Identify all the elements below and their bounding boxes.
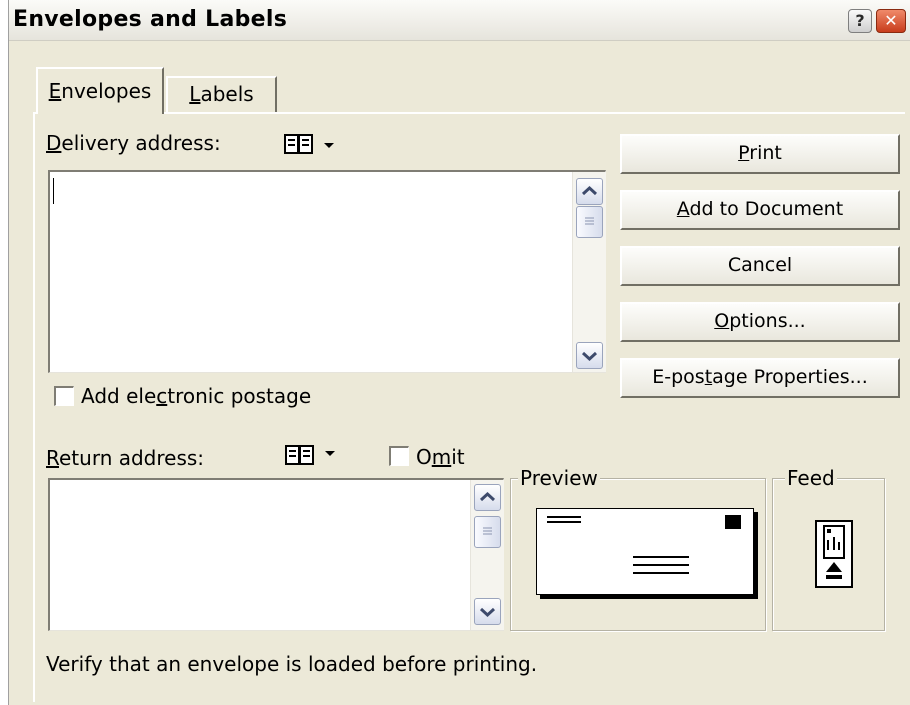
feed-title: Feed [785, 466, 837, 490]
address-book-icon[interactable] [284, 133, 314, 155]
omit-checkbox[interactable] [389, 446, 409, 466]
return-address-field[interactable] [48, 478, 504, 631]
omit-mnemonic: m [431, 445, 452, 469]
print-button[interactable]: Print [620, 134, 900, 174]
omit-label-post: it [451, 445, 465, 469]
status-message: Verify that an envelope is loaded before… [46, 652, 538, 676]
e-postage-properties-button[interactable]: E-postage Properties... [620, 358, 900, 398]
e-postage-properties-button-pre: E-pos [652, 366, 705, 388]
chevron-down-icon [581, 351, 598, 362]
text-cursor [53, 178, 54, 204]
e-postage-properties-button-label: age Properties... [712, 366, 868, 388]
cancel-button[interactable]: Cancel [620, 246, 900, 286]
return-address-label: Return address: [46, 446, 204, 470]
tab-labels[interactable]: Labels [166, 76, 277, 112]
add-to-document-button-label: dd to Document [689, 198, 844, 220]
options-button-mnemonic: O [714, 310, 730, 332]
delivery-address-field[interactable] [48, 170, 606, 373]
envelope-preview-graphic [547, 515, 741, 574]
preview-title: Preview [518, 466, 600, 490]
tab-envelopes-mnemonic: E [48, 79, 62, 103]
scroll-up-button[interactable] [576, 178, 603, 205]
feed-method-icon[interactable] [815, 520, 853, 590]
tab-labels-label: abels [200, 82, 254, 106]
add-electronic-postage-mnemonic: c [156, 384, 168, 408]
window-title: Envelopes and Labels [13, 7, 288, 32]
address-book-icon[interactable] [285, 444, 315, 466]
delivery-address-dropdown-arrow-icon[interactable] [324, 143, 334, 148]
grip-icon [585, 217, 594, 225]
scroll-up-button[interactable] [474, 484, 501, 511]
omit-label-pre: O [416, 445, 432, 469]
add-to-document-button-mnemonic: A [676, 198, 690, 220]
add-electronic-postage-label-post: tronic postage [167, 384, 312, 408]
scroll-thumb[interactable] [576, 206, 603, 238]
scroll-down-button[interactable] [576, 342, 603, 369]
scroll-thumb[interactable] [474, 516, 501, 548]
help-button[interactable]: ? [848, 9, 872, 33]
print-button-label: rint [749, 142, 782, 164]
delivery-address-label: Delivery address: [46, 131, 221, 155]
return-address-label-text: eturn address: [59, 446, 205, 470]
print-button-mnemonic: P [738, 142, 750, 164]
scroll-down-button[interactable] [474, 598, 501, 625]
omit-label[interactable]: Omit [416, 445, 465, 469]
options-button-label: ptions... [729, 310, 806, 332]
return-address-dropdown-arrow-icon[interactable] [325, 451, 335, 456]
add-electronic-postage-checkbox[interactable] [54, 386, 74, 406]
chevron-down-icon [479, 607, 496, 618]
add-electronic-postage-label[interactable]: Add electronic postage [81, 384, 311, 408]
add-to-document-button[interactable]: Add to Document [620, 190, 900, 230]
tab-envelopes[interactable]: Envelopes [36, 67, 164, 114]
chevron-up-icon [479, 491, 496, 502]
close-button[interactable]: ✕ [876, 9, 906, 33]
delivery-address-scrollbar[interactable] [572, 172, 606, 372]
delivery-address-label-text: elivery address: [61, 131, 221, 155]
envelopes-and-labels-dialog: Envelopes and Labels ? ✕ Envelopes Label… [8, 0, 910, 705]
tab-labels-mnemonic: L [189, 82, 201, 106]
delivery-address-mnemonic: D [46, 131, 62, 155]
options-button[interactable]: Options... [620, 302, 900, 342]
title-bar[interactable]: Envelopes and Labels ? ✕ [9, 0, 910, 41]
return-address-mnemonic: R [46, 446, 59, 470]
envelope-preview[interactable] [536, 508, 754, 595]
add-electronic-postage-label-pre: Add ele [81, 384, 157, 408]
cancel-button-label: Cancel [727, 254, 793, 276]
chevron-up-icon [581, 185, 598, 196]
grip-icon [483, 527, 492, 535]
tab-envelopes-label: nvelopes [61, 79, 152, 103]
return-address-scrollbar[interactable] [470, 480, 504, 630]
